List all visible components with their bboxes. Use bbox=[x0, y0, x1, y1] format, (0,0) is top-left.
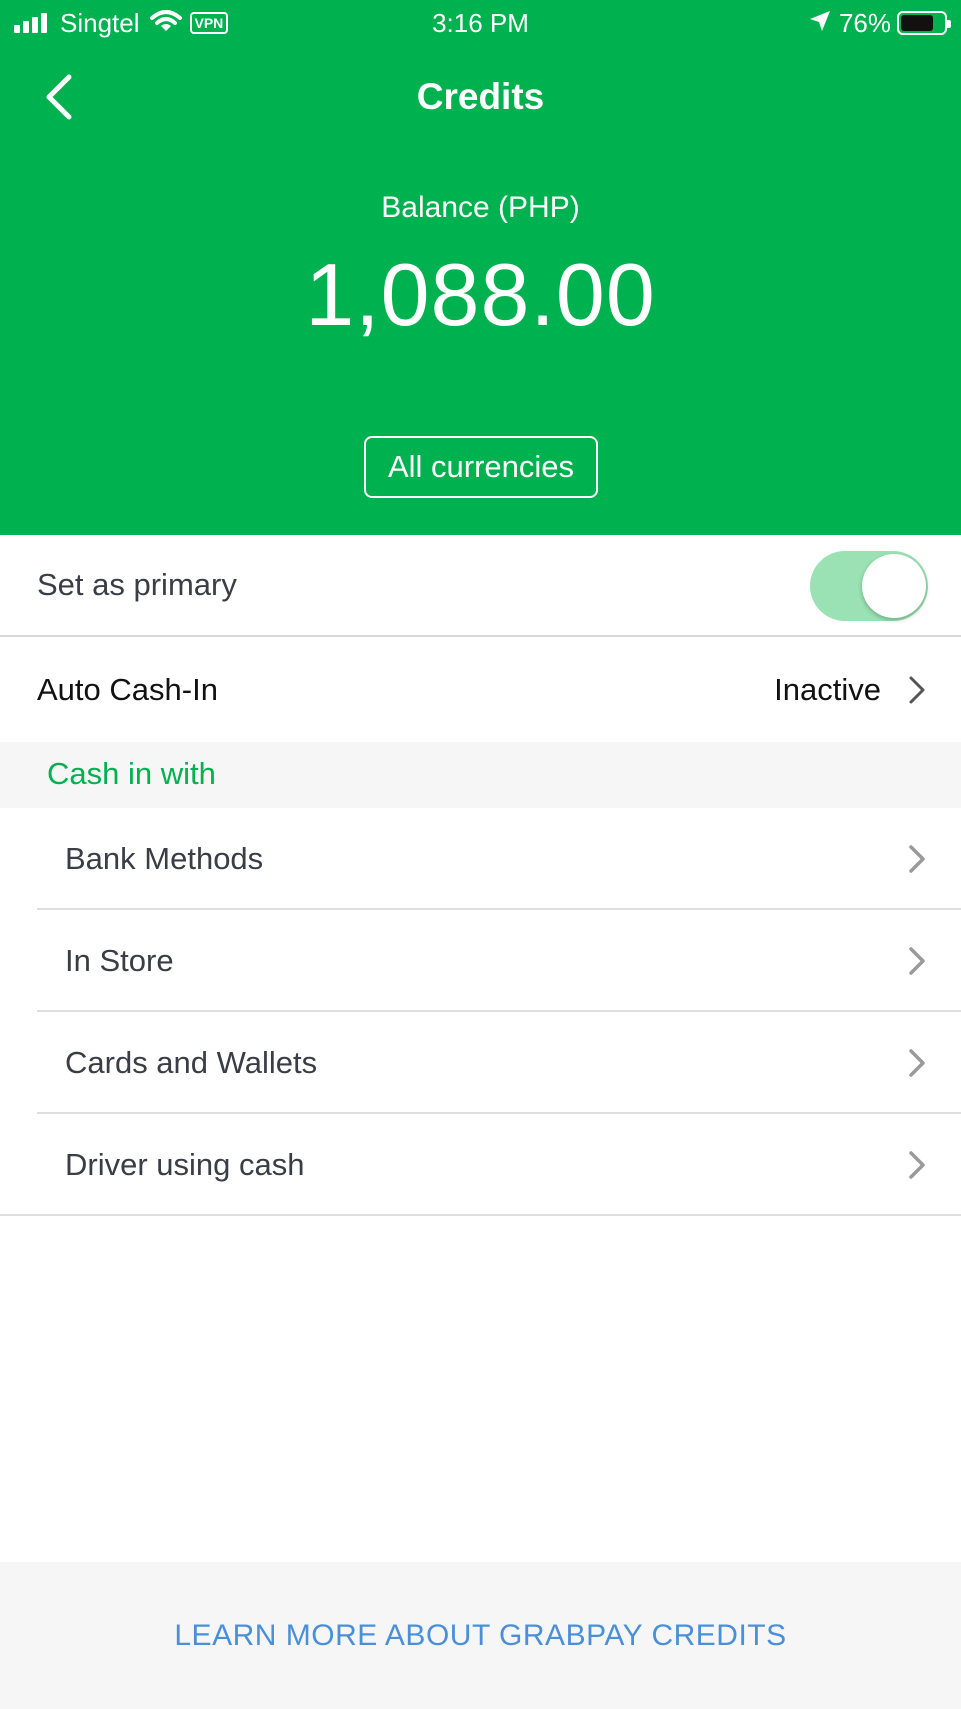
header: Singtel VPN 3:16 PM 76% Credits Balance … bbox=[0, 0, 961, 535]
cash-in-method-driver[interactable]: Driver using cash bbox=[0, 1114, 961, 1216]
set-primary-label: Set as primary bbox=[37, 567, 237, 602]
auto-cash-in-label: Auto Cash-In bbox=[37, 672, 218, 707]
chevron-right-icon bbox=[905, 839, 929, 879]
balance-label: Balance (PHP) bbox=[381, 191, 580, 224]
cash-in-method-cards[interactable]: Cards and Wallets bbox=[0, 1012, 961, 1114]
status-bar: Singtel VPN 3:16 PM 76% bbox=[0, 0, 961, 46]
toggle-knob bbox=[862, 554, 926, 618]
method-label: Cards and Wallets bbox=[65, 1045, 318, 1080]
chevron-right-icon bbox=[905, 1043, 929, 1083]
section-title: Cash in with bbox=[47, 756, 216, 791]
cash-in-method-store[interactable]: In Store bbox=[0, 910, 961, 1012]
battery-icon bbox=[897, 11, 951, 35]
chevron-right-icon bbox=[905, 1145, 929, 1185]
location-arrow-icon bbox=[809, 10, 831, 37]
cash-in-method-bank[interactable]: Bank Methods bbox=[0, 808, 961, 910]
chevron-right-icon bbox=[905, 941, 929, 981]
battery-level bbox=[901, 15, 933, 31]
auto-cash-in-row[interactable]: Auto Cash-In Inactive bbox=[0, 638, 961, 742]
method-label: Bank Methods bbox=[65, 841, 264, 876]
page-title: Credits bbox=[416, 76, 545, 117]
learn-more-link[interactable]: LEARN MORE ABOUT GRABPAY CREDITS bbox=[174, 1619, 786, 1653]
all-currencies-button[interactable]: All currencies bbox=[364, 436, 598, 498]
auto-cash-in-status: Inactive bbox=[774, 672, 881, 707]
footer: LEARN MORE ABOUT GRABPAY CREDITS bbox=[0, 1562, 961, 1709]
set-primary-toggle[interactable] bbox=[810, 551, 928, 621]
chevron-right-icon bbox=[905, 670, 929, 710]
cash-in-method-list: Bank Methods In Store Cards and Wallets … bbox=[0, 808, 961, 1216]
balance-amount: 1,088.00 bbox=[305, 245, 656, 344]
method-label: In Store bbox=[65, 943, 174, 978]
cash-in-section-header: Cash in with bbox=[0, 742, 961, 808]
status-right: 76% bbox=[809, 6, 951, 40]
battery-percent: 76% bbox=[838, 7, 891, 38]
set-primary-row: Set as primary bbox=[0, 535, 961, 637]
method-label: Driver using cash bbox=[65, 1147, 305, 1182]
